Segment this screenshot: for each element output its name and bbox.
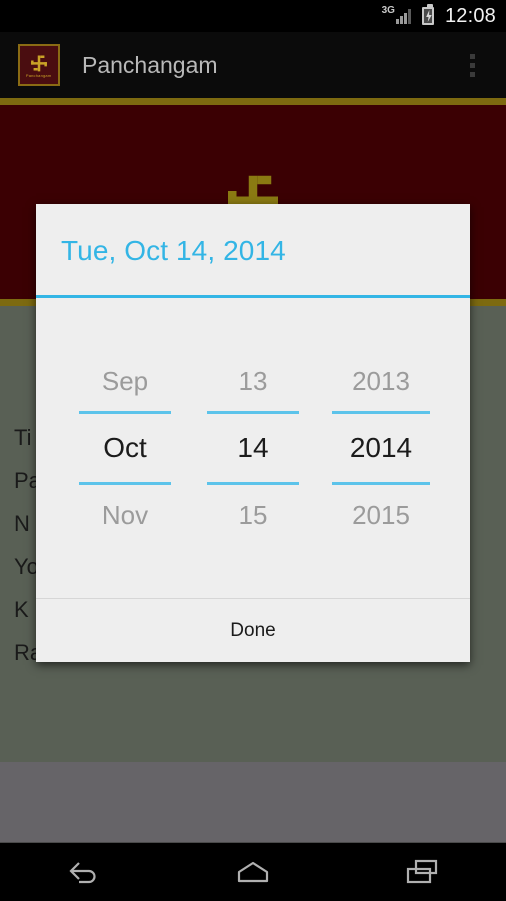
- day-current-value[interactable]: 14: [237, 414, 268, 482]
- day-next-value[interactable]: 15: [239, 485, 268, 545]
- back-arrow-icon[interactable]: [29, 843, 139, 901]
- day-prev-value[interactable]: 13: [239, 351, 268, 411]
- done-button[interactable]: Done: [36, 599, 470, 662]
- year-next-value[interactable]: 2015: [352, 485, 410, 545]
- home-glyph: [237, 861, 269, 882]
- navigation-bar: [0, 842, 506, 900]
- back-arrow-glyph: [69, 861, 96, 883]
- dialog-header: Tue, Oct 14, 2014: [36, 204, 470, 298]
- date-picker-dialog: Tue, Oct 14, 2014 Sep Oct Nov 13 14 15 2…: [36, 204, 470, 662]
- home-icon[interactable]: [198, 843, 308, 901]
- year-spinner[interactable]: 2013 2014 2015: [317, 351, 445, 545]
- date-spinners: Sep Oct Nov 13 14 15 2013 2014 2015: [36, 298, 470, 598]
- dialog-scrim[interactable]: Tue, Oct 14, 2014 Sep Oct Nov 13 14 15 2…: [0, 0, 506, 900]
- recent-apps-icon[interactable]: [367, 843, 477, 901]
- selected-date-label: Tue, Oct 14, 2014: [61, 235, 286, 266]
- dialog-footer: Done: [36, 598, 470, 661]
- month-current-value[interactable]: Oct: [103, 414, 147, 482]
- month-spinner[interactable]: Sep Oct Nov: [61, 351, 189, 545]
- month-next-value[interactable]: Nov: [102, 485, 148, 545]
- day-spinner[interactable]: 13 14 15: [189, 351, 317, 545]
- year-current-value[interactable]: 2014: [350, 414, 412, 482]
- recent-apps-glyph: [406, 859, 437, 883]
- month-prev-value[interactable]: Sep: [102, 351, 148, 411]
- header-accent-rule: [36, 295, 470, 298]
- year-prev-value[interactable]: 2013: [352, 351, 410, 411]
